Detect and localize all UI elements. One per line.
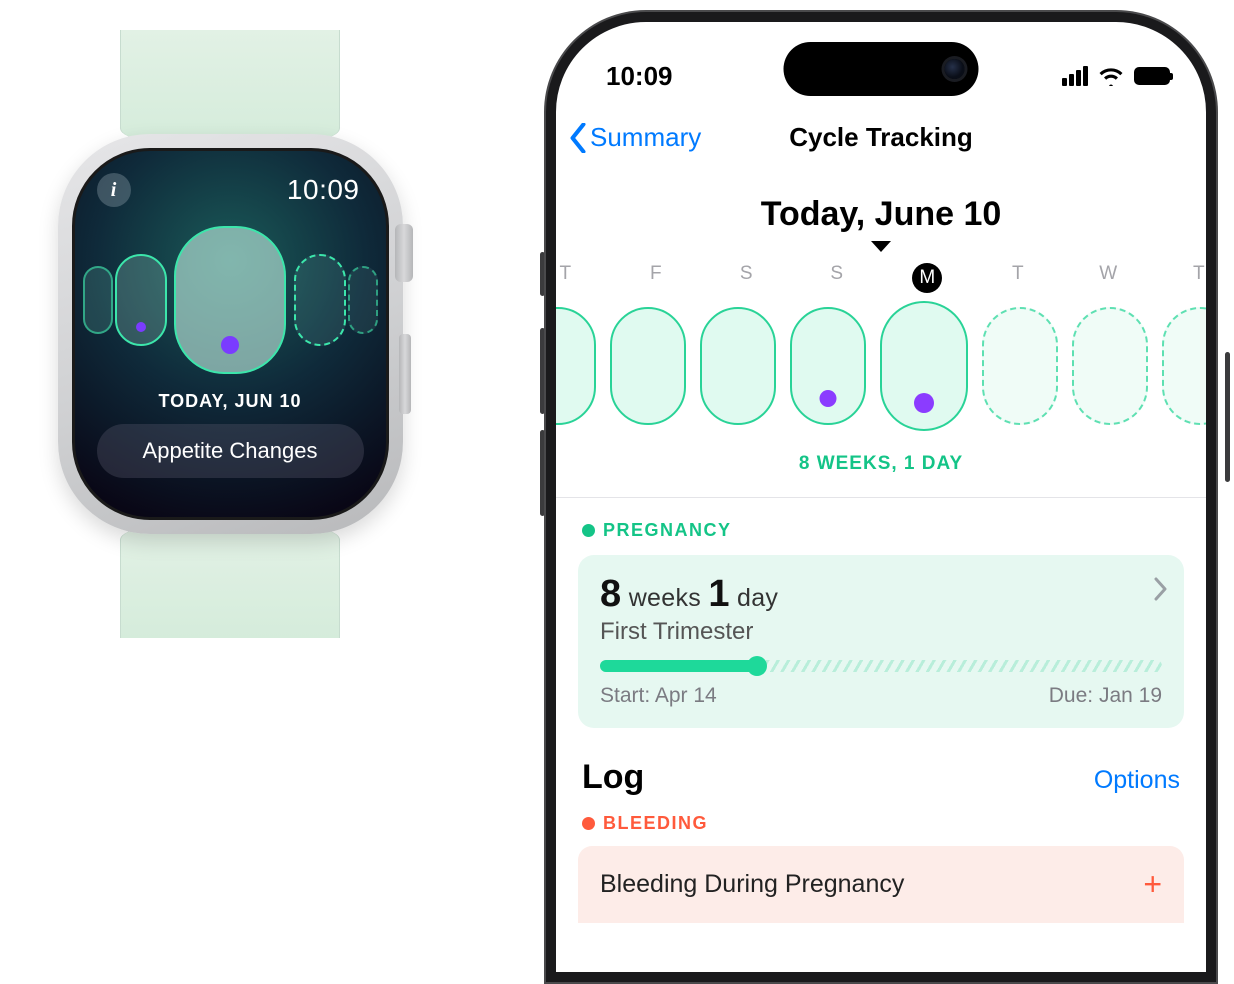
- front-camera-icon: [945, 59, 965, 79]
- weekday-label: F: [611, 263, 702, 293]
- dynamic-island[interactable]: [784, 42, 979, 96]
- chevron-right-icon: [1154, 577, 1168, 606]
- pregnancy-progress-bar: [600, 660, 1162, 672]
- cycle-day-oval-today[interactable]: [174, 226, 286, 374]
- page-title: Cycle Tracking: [789, 122, 973, 153]
- chevron-left-icon: [568, 123, 588, 153]
- back-button-label: Summary: [590, 122, 701, 153]
- symptom-dot-icon: [914, 393, 934, 413]
- weekday-label: S: [792, 263, 883, 293]
- cycle-day-oval[interactable]: [83, 266, 113, 334]
- apple-watch-device: i 10:09 TODAY, JUN 10 Appetite Changes: [40, 30, 420, 638]
- phone-ringer-switch[interactable]: [540, 252, 545, 296]
- pregnancy-trimester: First Trimester: [600, 618, 1162, 646]
- weekday-row: T F S S M T W T: [546, 259, 1216, 299]
- watch-time: 10:09: [287, 174, 360, 206]
- pregnancy-progress-knob: [747, 656, 767, 676]
- symptom-dot-icon: [820, 390, 837, 407]
- symptom-dot-icon: [221, 336, 239, 354]
- cycle-day-oval[interactable]: [610, 307, 686, 425]
- watch-date-label: TODAY, JUN 10: [93, 391, 368, 412]
- cycle-day-oval[interactable]: [700, 307, 776, 425]
- cycle-day-oval-today[interactable]: [880, 301, 968, 431]
- pregnancy-start-label: Start: Apr 14: [600, 684, 717, 708]
- log-header-row: Log Options: [556, 728, 1206, 805]
- watch-side-button[interactable]: [399, 334, 411, 414]
- pregnancy-dates-row: Start: Apr 14 Due: Jan 19: [600, 684, 1162, 708]
- cycle-day-oval-future[interactable]: [1162, 307, 1216, 425]
- bleeding-section-header: BLEEDING: [556, 805, 1206, 842]
- pregnancy-duration: 8 weeks 1 day: [600, 573, 1162, 616]
- pregnancy-card[interactable]: 8 weeks 1 day First Trimester Start: Apr…: [578, 555, 1184, 728]
- status-time: 10:09: [606, 61, 673, 92]
- watch-band-top: [120, 30, 340, 140]
- bleeding-row-label: Bleeding During Pregnancy: [600, 870, 904, 899]
- weekday-label: S: [701, 263, 792, 293]
- log-title: Log: [582, 758, 644, 797]
- cycle-day-oval-future[interactable]: [982, 307, 1058, 425]
- phone-side-button[interactable]: [1225, 352, 1230, 482]
- watch-case: i 10:09 TODAY, JUN 10 Appetite Changes: [58, 134, 403, 534]
- nav-bar: Summary Cycle Tracking: [556, 100, 1206, 165]
- pregnancy-due-label: Due: Jan 19: [1049, 684, 1162, 708]
- pregnancy-section-header: PREGNANCY: [556, 498, 1206, 551]
- info-button[interactable]: i: [97, 173, 131, 207]
- log-options-button[interactable]: Options: [1094, 766, 1180, 795]
- bullet-icon: [582, 817, 595, 830]
- cycle-day-scroller[interactable]: [546, 299, 1216, 441]
- phone-volume-down-button[interactable]: [540, 430, 545, 516]
- battery-icon: [1134, 67, 1170, 85]
- cycle-day-oval-future[interactable]: [1072, 307, 1148, 425]
- bleeding-log-row[interactable]: Bleeding During Pregnancy +: [578, 846, 1184, 923]
- weekday-label: T: [973, 263, 1064, 293]
- weekday-label-active: M: [882, 263, 973, 293]
- today-marker-arrow-icon: [556, 240, 1206, 259]
- gestational-age-label: 8 WEEKS, 1 DAY: [556, 453, 1206, 475]
- cycle-day-oval[interactable]: [115, 254, 167, 346]
- pregnancy-progress-fill: [600, 660, 757, 672]
- watch-screen: i 10:09 TODAY, JUN 10 Appetite Changes: [72, 148, 389, 520]
- cycle-day-oval-future[interactable]: [348, 266, 378, 334]
- bullet-icon: [582, 524, 595, 537]
- watch-cycle-day-row[interactable]: [93, 225, 368, 375]
- symptom-dot-icon: [136, 322, 146, 332]
- weekday-label: W: [1063, 263, 1154, 293]
- cycle-day-oval-future[interactable]: [294, 254, 346, 346]
- plus-icon[interactable]: +: [1143, 866, 1162, 903]
- cellular-signal-icon: [1062, 66, 1088, 86]
- cycle-day-oval[interactable]: [790, 307, 866, 425]
- iphone-device: 10:09 Summary Cycle Tracking Today, June: [546, 12, 1224, 982]
- symptom-log-button[interactable]: Appetite Changes: [97, 424, 364, 478]
- pregnancy-section-label: PREGNANCY: [603, 520, 732, 541]
- phone-screen: 10:09 Summary Cycle Tracking Today, June: [546, 12, 1216, 982]
- weekday-label: T: [546, 263, 611, 293]
- cycle-day-oval[interactable]: [546, 307, 596, 425]
- today-date-header: Today, June 10: [556, 195, 1206, 234]
- wifi-icon: [1098, 66, 1124, 86]
- phone-volume-up-button[interactable]: [540, 328, 545, 414]
- bleeding-section-label: BLEEDING: [603, 813, 708, 834]
- back-button[interactable]: Summary: [568, 122, 701, 153]
- digital-crown[interactable]: [395, 224, 413, 282]
- weekday-label: T: [1154, 263, 1217, 293]
- watch-band-bottom: [120, 528, 340, 638]
